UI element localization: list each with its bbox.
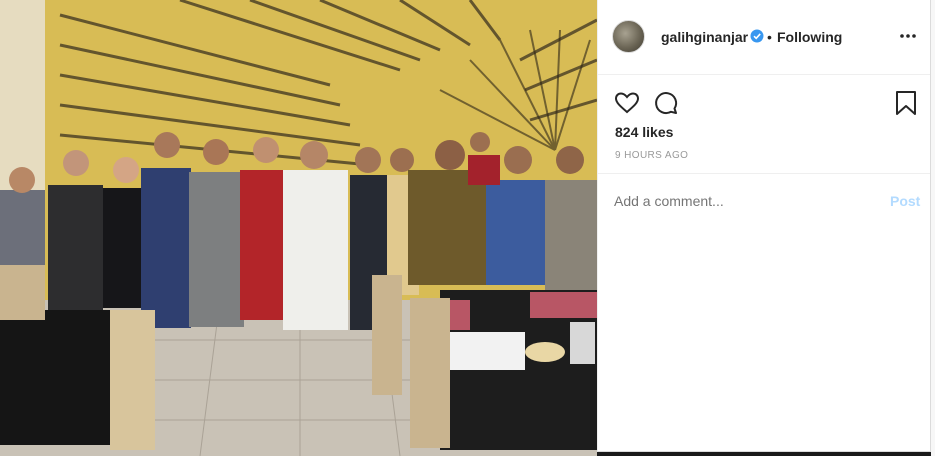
post-photo[interactable]: [0, 0, 597, 456]
heart-icon[interactable]: [614, 90, 640, 116]
verified-badge-icon: [750, 29, 764, 43]
post-comment-button[interactable]: Post: [890, 193, 920, 209]
action-bar: [598, 74, 930, 122]
likes-count[interactable]: 824 likes: [615, 124, 673, 140]
group-photo-illustration: [0, 0, 597, 456]
username-link[interactable]: galihginanjar: [661, 29, 748, 45]
profile-avatar[interactable]: [612, 20, 645, 53]
more-options-icon[interactable]: [898, 26, 918, 46]
separator-dot: •: [767, 29, 772, 45]
post-timestamp[interactable]: 9 HOURS AGO: [615, 150, 688, 161]
comment-form: Post: [598, 173, 930, 230]
post-header: galihginanjar • Following: [598, 0, 930, 75]
following-button[interactable]: Following: [777, 29, 842, 45]
page-edge: [931, 0, 935, 456]
bookmark-icon[interactable]: [895, 90, 917, 116]
comment-input[interactable]: [614, 193, 864, 209]
comment-icon[interactable]: [653, 90, 679, 116]
post-sidebar: galihginanjar • Following 824 likes 9 HO…: [597, 0, 931, 452]
